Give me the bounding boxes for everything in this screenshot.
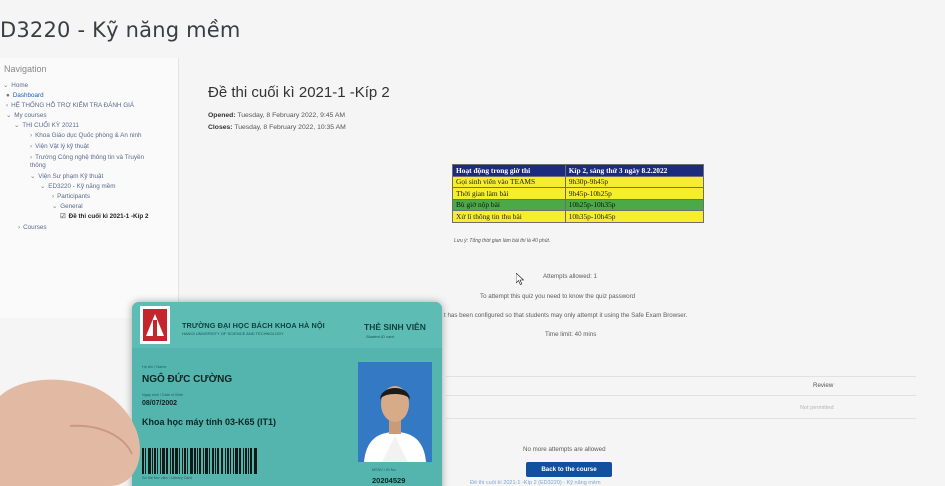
chevron-right-icon: › [30,154,33,161]
schedule-row: Thời gian làm bài 9h45p-10h25p [452,187,705,200]
nav-item-participants[interactable]: › Participants [0,193,178,201]
time-limit: Time limit: 40 mins [545,331,597,338]
nav-item-gdqp[interactable]: › Khoa Giáo dục Quốc phòng & An ninh [0,132,170,140]
student-id-label: MSSV / ID No. [372,468,397,472]
barcode [142,448,258,474]
quiz-title: Đề thi cuối kì 2021-1 -Kíp 2 [208,84,390,101]
schedule-header-cell: Hoạt động trong giờ thi [452,164,566,177]
chevron-right-icon: › [52,193,55,200]
mouse-cursor-icon [516,273,525,285]
schedule-note: Lưu ý: Tổng thời gian làm bài thi là 40 … [454,238,551,244]
navigation-block: Navigation ⌄ Home ● Dashboard › HỆ THỐNG HỖ… [0,58,179,318]
back-to-course-button[interactable]: Back to the course [526,462,612,477]
card-type: THẺ SINH VIÊN [364,322,426,332]
schedule-time: 9h30p-9h45p [564,175,705,188]
divider [446,418,916,419]
schedule-activity: Xử lí thông tin thu bài [452,210,566,223]
password-notice: To attempt this quiz you need to know th… [480,293,636,300]
nav-item-home[interactable]: ⌄ Home [0,82,178,90]
card-type-english: Student ID card [366,334,394,339]
schedule-time: 10h25p-10h35p [564,198,705,211]
no-more-attempts: No more attempts are allowed [523,446,606,453]
chevron-right-icon: › [30,143,33,150]
schedule-activity: Thời gian làm bài [452,187,566,200]
student-photo [358,362,432,462]
closes-line: Closes: Tuesday, 8 February 2022, 10:35 … [208,124,346,131]
student-major: Khoa học máy tính 03-K65 (IT1) [142,417,277,427]
dashboard-icon: ● [6,92,10,99]
nav-item-general[interactable]: ⌄ General [0,203,178,211]
browser-screen: D3220 - Kỹ năng mềm Navigation ⌄ Home ● Da… [0,0,945,486]
review-status: Not permitted [800,405,834,411]
quiz-icon: ☑ [60,213,66,220]
schedule-row: Xử lí thông tin thu bài 10h35p-10h45p [452,210,705,223]
nav-item-thi-cuoi-ky[interactable]: ⌄ THI CUỐI KỲ 20211 [0,122,178,130]
nav-item-current-quiz[interactable]: ☑ Đề thi cuối kì 2021-1 -Kíp 2 [0,213,178,221]
nav-item-cntt[interactable]: › Trường Công nghệ thông tin và Truyền th… [0,154,160,170]
schedule-header-cell: Kíp 2, sáng thứ 3 ngày 8.2.2022 [564,164,705,177]
university-name-english: HANOI UNIVERSITY OF SCIENCE AND TECHNOLO… [182,331,284,336]
nav-item-course[interactable]: ⌄ ED3220 - Kỹ năng mềm [0,183,178,191]
student-id-card: TRƯỜNG ĐẠI HỌC BÁCH KHOA HÀ NỘI HANOI UN… [132,302,442,486]
chevron-right-icon: › [30,132,33,139]
hand-holding-card [0,379,140,486]
nav-item-my-courses[interactable]: ⌄ My courses [0,112,178,120]
chevron-down-icon: ⌄ [52,203,58,210]
student-id-number: 20204529 [372,476,406,485]
attempts-allowed: Attempts allowed: 1 [543,273,597,280]
chevron-down-icon: ⌄ [3,82,9,89]
chevron-down-icon: ⌄ [40,183,46,190]
footer-link[interactable]: Đề thi cuối kì 2021-1 -Kíp 2 (ED3220) - … [470,480,601,486]
chevron-down-icon: ⌄ [14,122,20,129]
schedule-time: 10h35p-10h45p [564,210,705,223]
exam-schedule-table: Hoạt động trong giờ thi Kíp 2, sáng thứ … [452,164,705,223]
course-title: D3220 - Kỹ năng mềm [0,18,241,42]
university-logo-icon [140,306,170,344]
schedule-activity: Gọi sinh viên vào TEAMS [452,175,566,188]
schedule-row: Gọi sinh viên vào TEAMS 9h30p-9h45p [452,175,705,188]
nav-item-dashboard[interactable]: ● Dashboard [0,92,178,100]
chevron-right-icon: › [18,224,21,231]
seb-notice: t has been configured so that students m… [444,312,688,319]
schedule-time: 9h45p-10h25p [564,187,705,200]
student-name: NGÔ ĐỨC CƯỜNG [142,374,233,385]
schedule-activity: Bù giờ nộp bài [452,198,566,211]
review-column-header: Review [813,382,834,389]
chevron-right-icon: › [6,102,9,109]
chevron-down-icon: ⌄ [6,112,12,119]
schedule-row: Bù giờ nộp bài 10h25p-10h35p [452,198,705,211]
navigation-heading: Navigation [4,64,47,74]
nav-item-courses[interactable]: › Courses [0,224,178,232]
chevron-down-icon: ⌄ [30,173,36,180]
university-name: TRƯỜNG ĐẠI HỌC BÁCH KHOA HÀ NỘI [182,321,325,330]
navigation-tree: ⌄ Home ● Dashboard › HỆ THỐNG HỖ TRỢ KIỂM T… [0,82,178,232]
nav-item-ktdg[interactable]: › HỆ THỐNG HỖ TRỢ KIỂM TRA ĐÁNH GIÁ [0,102,178,110]
divider [446,395,916,396]
divider [446,376,916,377]
nav-item-vien-vat-ly[interactable]: › Viện Vật lý kỹ thuật [0,143,178,151]
schedule-header-row: Hoạt động trong giờ thi Kíp 2, sáng thứ … [452,164,705,177]
opened-line: Opened: Tuesday, 8 February 2022, 9:45 A… [208,112,346,119]
nav-item-su-pham[interactable]: ⌄ Viện Sư phạm Kỹ thuật [0,173,178,181]
